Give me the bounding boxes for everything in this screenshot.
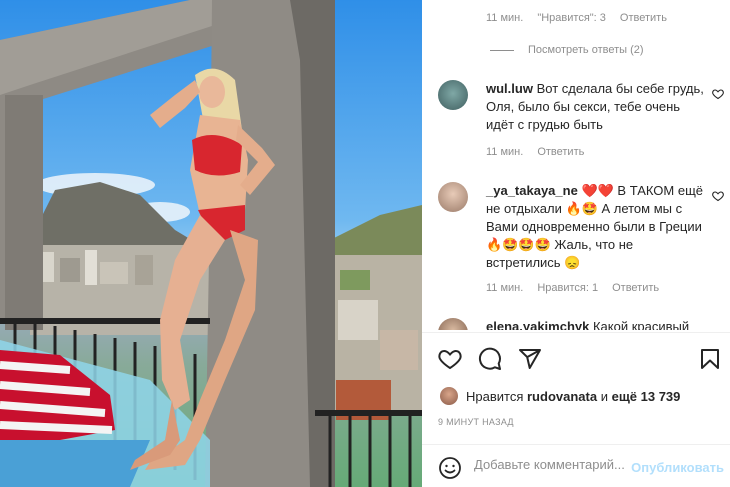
comment-username[interactable]: _ya_takaya_ne bbox=[486, 183, 578, 198]
post-photo[interactable] bbox=[0, 0, 422, 487]
comment-body: wul.luw Вот сделала бы себе грудь, Оля, … bbox=[486, 80, 708, 134]
comment-username[interactable]: wul.luw bbox=[486, 81, 533, 96]
comment-meta: 11 мин. Ответить bbox=[486, 146, 584, 158]
reply-button[interactable]: Ответить bbox=[537, 146, 584, 158]
view-replies-button[interactable]: Посмотреть ответы (2) bbox=[490, 44, 644, 56]
comments-list[interactable]: 11 мин. "Нравится": 3 Ответить Посмотрет… bbox=[422, 0, 730, 330]
view-replies-label: Посмотреть ответы (2) bbox=[528, 44, 644, 56]
heart-outline-icon[interactable] bbox=[712, 88, 724, 100]
add-comment-bar: Опубликовать bbox=[422, 444, 730, 487]
likes-username[interactable]: rudovanata bbox=[527, 389, 597, 404]
comment-time: 11 мин. bbox=[486, 282, 524, 294]
comment-username[interactable]: elena.yakimchyk bbox=[486, 319, 589, 330]
comment-likes-count[interactable]: "Нравится": 3 bbox=[537, 12, 606, 24]
post-time-ago[interactable]: 9 МИНУТ НАЗАД bbox=[438, 417, 514, 427]
avatar[interactable] bbox=[438, 318, 468, 330]
likes-count[interactable]: ещё 13 739 bbox=[612, 389, 681, 404]
reply-button[interactable]: Ответить bbox=[612, 282, 659, 294]
likes-prefix: Нравится bbox=[466, 388, 524, 404]
comment-item: wul.luw Вот сделала бы себе грудь, Оля, … bbox=[438, 80, 728, 170]
avatar bbox=[440, 387, 458, 405]
avatar[interactable] bbox=[438, 182, 468, 212]
comment-body: elena.yakimchyk Какой красивый bbox=[486, 318, 708, 330]
emoji-icon[interactable] bbox=[438, 456, 462, 480]
comment-body: _ya_takaya_ne ❤️❤️ В ТАКОМ ещё не отдыха… bbox=[486, 182, 708, 272]
comment-meta: 11 мин. Нравится: 1 Ответить bbox=[486, 282, 659, 294]
comment-time: 11 мин. bbox=[486, 12, 524, 24]
likes-and: и bbox=[600, 388, 608, 404]
comment-time: 11 мин. bbox=[486, 146, 524, 158]
comment-item: _ya_takaya_ne ❤️❤️ В ТАКОМ ещё не отдыха… bbox=[438, 182, 728, 302]
comments-panel: 11 мин. "Нравится": 3 Ответить Посмотрет… bbox=[422, 0, 730, 487]
publish-button[interactable]: Опубликовать bbox=[631, 460, 724, 475]
comment-likes-count[interactable]: Нравится: 1 bbox=[537, 282, 598, 294]
likes-summary[interactable]: Нравится rudovanata и ещё 13 739 bbox=[440, 387, 680, 405]
comment-bubble-icon[interactable] bbox=[478, 347, 502, 371]
comment-input[interactable] bbox=[474, 457, 634, 472]
heart-outline-icon[interactable] bbox=[712, 190, 724, 202]
comment-item: elena.yakimchyk Какой красивый bbox=[438, 318, 728, 330]
bookmark-icon[interactable] bbox=[698, 347, 722, 371]
divider-line bbox=[490, 49, 514, 51]
comment-text: Какой красивый bbox=[592, 319, 690, 330]
reply-button[interactable]: Ответить bbox=[620, 12, 667, 24]
post-photo-illustration bbox=[0, 0, 422, 487]
paper-plane-icon[interactable] bbox=[518, 347, 542, 371]
action-icons bbox=[438, 347, 542, 371]
avatar[interactable] bbox=[438, 80, 468, 110]
heart-outline-icon[interactable] bbox=[438, 347, 462, 371]
comment-meta: 11 мин. "Нравится": 3 Ответить bbox=[486, 12, 667, 24]
